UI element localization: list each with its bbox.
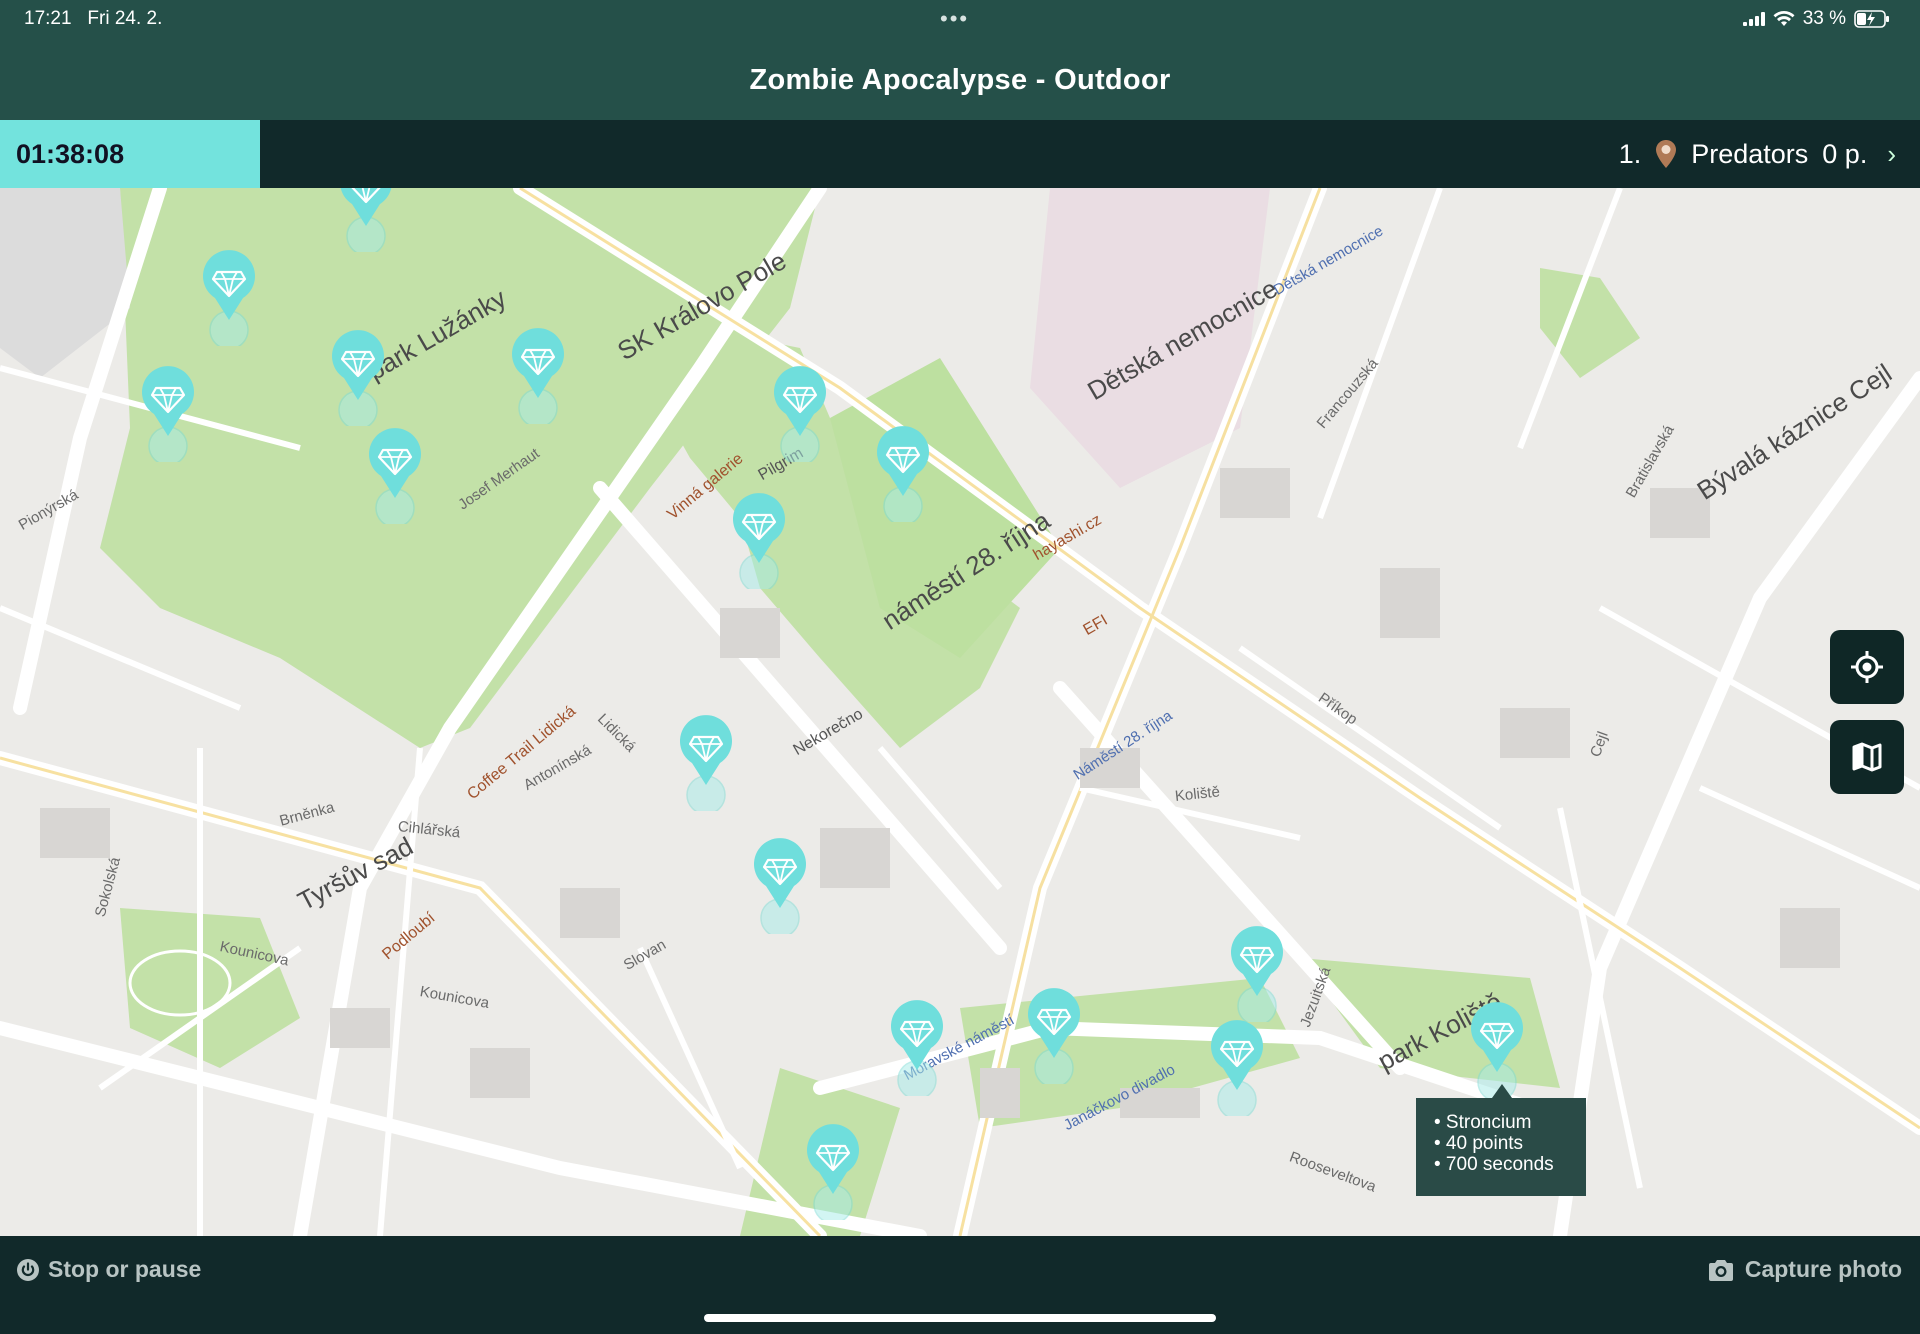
multitask-dots[interactable]: ••• — [940, 6, 969, 32]
team-score: 0 p. — [1822, 138, 1868, 169]
title-bar: Zombie Apocalypse - Outdoor — [0, 40, 1920, 120]
capture-photo-button[interactable]: Capture photo — [1707, 1256, 1902, 1283]
supply-drop-marker[interactable] — [510, 328, 566, 428]
map-view[interactable]: park Lužánky SK Královo Pole náměstí 28.… — [0, 188, 1920, 1236]
supply-drop-marker[interactable] — [330, 330, 386, 430]
map-layers-button[interactable] — [1830, 720, 1904, 794]
bottom-bar: Stop or pause Capture photo — [0, 1236, 1920, 1334]
battery-charging-icon — [1854, 10, 1889, 28]
status-bar: 17:21 Fri 24. 2. ••• 33 % — [0, 0, 1920, 40]
marker-tooltip: • Stroncium • 40 points • 700 seconds — [1416, 1084, 1586, 1196]
supply-drop-marker[interactable] — [1209, 1020, 1265, 1120]
tooltip-item-name: • Stroncium — [1434, 1112, 1532, 1133]
supply-drop-marker[interactable] — [875, 426, 931, 526]
supply-drop-marker[interactable] — [772, 366, 828, 466]
supply-drop-marker[interactable] — [367, 428, 423, 528]
game-info-bar: 01:38:08 1. Predators 0 p. › — [0, 120, 1920, 188]
camera-icon — [1708, 1259, 1733, 1281]
locate-icon — [1851, 651, 1883, 683]
team-pin-icon — [1656, 140, 1677, 168]
stop-or-pause-button[interactable]: Stop or pause — [16, 1256, 201, 1283]
supply-drop-marker[interactable] — [201, 250, 257, 350]
status-right: 33 % — [1742, 8, 1890, 30]
status-time: 17:21 Fri 24. 2. — [24, 8, 163, 29]
supply-drop-marker[interactable] — [1026, 988, 1082, 1088]
home-indicator[interactable] — [704, 1314, 1216, 1322]
power-icon — [17, 1258, 39, 1281]
supply-drop-marker[interactable] — [338, 188, 394, 256]
team-ranking-button[interactable]: 1. Predators 0 p. › — [1619, 120, 1896, 188]
supply-drop-marker[interactable] — [805, 1124, 861, 1224]
map-base — [0, 188, 1920, 1236]
cellular-signal-icon — [1742, 12, 1765, 26]
supply-drop-marker[interactable] — [140, 366, 196, 466]
supply-drop-marker[interactable] — [678, 715, 734, 815]
capture-photo-label: Capture photo — [1744, 1256, 1902, 1282]
tooltip-item-time: • 700 seconds — [1434, 1154, 1554, 1175]
tooltip-item-points: • 40 points — [1434, 1133, 1524, 1154]
wifi-icon — [1773, 11, 1795, 26]
game-timer: 01:38:08 — [0, 120, 260, 188]
team-rank: 1. — [1618, 138, 1642, 169]
locate-me-button[interactable] — [1830, 630, 1904, 704]
battery-percent: 33 % — [1802, 8, 1846, 29]
team-name: Predators — [1691, 138, 1809, 169]
supply-drop-marker[interactable] — [752, 838, 808, 938]
page-title: Zombie Apocalypse - Outdoor — [749, 64, 1171, 96]
chevron-right-icon: › — [1887, 138, 1896, 169]
supply-drop-marker[interactable] — [1229, 926, 1285, 1026]
supply-drop-marker[interactable] — [889, 1000, 945, 1100]
supply-drop-marker[interactable] — [731, 493, 787, 593]
stop-or-pause-label: Stop or pause — [48, 1256, 202, 1282]
map-icon — [1852, 742, 1882, 772]
